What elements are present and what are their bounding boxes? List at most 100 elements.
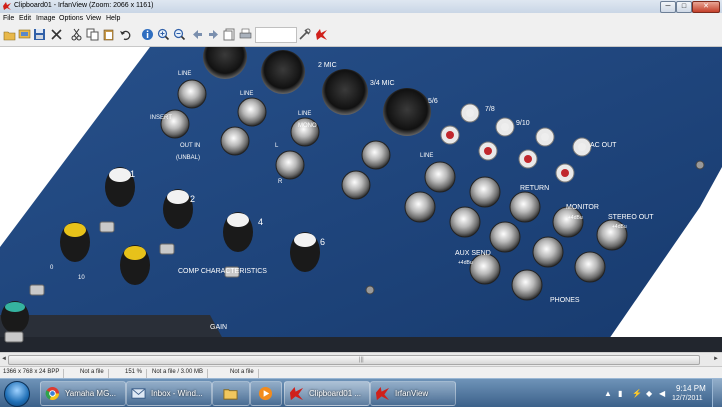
panel-label: 3/4 MIC — [370, 80, 395, 87]
start-button[interactable] — [4, 381, 30, 407]
taskbar-item-media[interactable] — [250, 381, 282, 406]
mixer-photo: LINE LINE LINE LINE 2 MIC 3/4 MIC 5/6 7/… — [0, 47, 722, 352]
status-date: Not a file — [230, 369, 259, 378]
panel-label: 2 MIC — [318, 62, 337, 69]
taskbar-item-chrome[interactable]: Yamaha MG... — [40, 381, 126, 406]
menu-options[interactable]: Options — [59, 15, 83, 22]
panel-label: AC OUT — [590, 142, 617, 149]
panel-label: 1 — [130, 169, 135, 179]
panel-label: LINE — [420, 153, 433, 159]
clock-date[interactable]: 12/7/2011 — [672, 395, 703, 402]
status-size: Not a file / 3.00 MB — [152, 369, 209, 378]
panel-label: +4dBu — [458, 260, 473, 266]
image-viewport[interactable]: LINE LINE LINE LINE 2 MIC 3/4 MIC 5/6 7/… — [0, 47, 722, 352]
print-icon[interactable] — [239, 28, 252, 41]
scroll-left-icon[interactable]: ◄ — [0, 355, 8, 364]
panel-label: OUT IN — [180, 143, 200, 149]
tray-shield-icon[interactable]: ◆ — [646, 389, 652, 398]
menu-edit[interactable]: Edit — [19, 15, 31, 22]
status-zoom: 151 % — [125, 369, 148, 378]
close-button[interactable]: ✕ — [692, 1, 720, 13]
taskbar-item-label: Clipboard01 ... — [309, 389, 362, 398]
tray-arrow-icon[interactable]: ▲ — [604, 389, 612, 398]
panel-label: MONO — [298, 123, 317, 129]
panel-label: GAIN — [210, 324, 227, 331]
show-desktop-button[interactable] — [712, 379, 722, 407]
settings-icon[interactable] — [298, 28, 311, 41]
page-icon[interactable] — [223, 28, 236, 41]
zoom-in-icon[interactable] — [157, 28, 170, 41]
next-icon[interactable] — [207, 28, 220, 41]
tray-volume-icon[interactable]: ◀ — [659, 389, 665, 398]
taskbar-item-label: Inbox - Wind... — [151, 389, 203, 398]
menu-image[interactable]: Image — [36, 15, 55, 22]
panel-label: STEREO OUT — [608, 214, 654, 221]
panel-label: LINE — [298, 111, 311, 117]
panel-label: RETURN — [520, 185, 549, 192]
panel-label: 9/10 — [516, 120, 530, 127]
slideshow-icon[interactable] — [18, 28, 31, 41]
irfanview-icon — [375, 386, 390, 401]
panel-label: +4dBu — [612, 224, 627, 230]
panel-label: 10 — [78, 275, 85, 281]
taskbar-item-irfanview[interactable]: IrfanView — [370, 381, 456, 406]
minimize-button[interactable]: ─ — [660, 1, 676, 13]
menu-help[interactable]: Help — [106, 15, 120, 22]
panel-label: PHONES — [550, 297, 580, 304]
taskbar-item-irfanview-clipboard[interactable]: Clipboard01 ... — [284, 381, 370, 406]
clock-time[interactable]: 9:14 PM — [676, 384, 706, 393]
taskbar-item-explorer[interactable] — [212, 381, 250, 406]
save-icon[interactable] — [33, 28, 46, 41]
mail-icon — [131, 388, 146, 399]
copy-icon[interactable] — [86, 28, 99, 41]
panel-label: 7/8 — [485, 106, 495, 113]
horizontal-scrollbar[interactable]: ◄ ||| ► — [0, 352, 722, 366]
irfanview-logo-icon[interactable] — [315, 28, 328, 41]
chrome-icon — [45, 386, 60, 401]
folder-icon — [223, 389, 238, 400]
scroll-thumb[interactable]: ||| — [8, 355, 700, 365]
panel-label: INSERT — [150, 115, 172, 121]
title-bar[interactable]: Clipboard01 - IrfanView (Zoom: 2066 x 11… — [0, 0, 722, 13]
toolbar-field[interactable] — [255, 27, 297, 43]
undo-icon[interactable] — [119, 28, 132, 41]
scroll-grip-icon: ||| — [359, 357, 364, 363]
tray-network-icon[interactable]: ▮ — [618, 389, 622, 398]
taskbar-item-label: IrfanView — [395, 389, 429, 398]
prev-icon[interactable] — [191, 28, 204, 41]
irfanview-icon — [289, 386, 304, 401]
status-dimensions: 1366 x 768 x 24 BPP — [3, 369, 65, 378]
menu-bar: File Edit Image Options View Help — [0, 13, 722, 24]
media-player-icon — [258, 386, 273, 401]
irfanview-logo-icon — [3, 2, 11, 10]
info-icon[interactable] — [141, 28, 154, 41]
panel-label: LINE — [178, 71, 191, 77]
panel-label: AUX SEND — [455, 250, 491, 257]
cut-icon[interactable] — [70, 28, 83, 41]
zoom-out-icon[interactable] — [173, 28, 186, 41]
panel-label: COMP CHARACTERISTICS — [178, 268, 267, 275]
delete-icon[interactable] — [50, 28, 63, 41]
panel-label: 4 — [258, 217, 263, 227]
menu-view[interactable]: View — [86, 15, 101, 22]
panel-label: +4dBu — [568, 215, 583, 221]
window-title: Clipboard01 - IrfanView (Zoom: 2066 x 11… — [14, 2, 154, 9]
panel-label: 2 — [190, 194, 195, 204]
status-page: Not a file — [80, 369, 109, 378]
toolbar — [0, 24, 722, 47]
taskbar: Yamaha MG... Inbox - Wind... Clipboard01… — [0, 378, 722, 407]
tray-power-icon[interactable]: ⚡ — [632, 389, 642, 398]
panel-label: LINE — [240, 91, 253, 97]
panel-label: (UNBAL) — [176, 155, 200, 161]
taskbar-item-label: Yamaha MG... — [65, 389, 116, 398]
open-folder-icon[interactable] — [3, 28, 16, 41]
panel-label: MONITOR — [566, 204, 599, 211]
maximize-button[interactable]: □ — [676, 1, 692, 13]
menu-file[interactable]: File — [3, 15, 14, 22]
panel-label: R — [278, 179, 283, 185]
panel-label: 6 — [320, 237, 325, 247]
scroll-right-icon[interactable]: ► — [712, 355, 720, 364]
taskbar-item-mail[interactable]: Inbox - Wind... — [126, 381, 212, 406]
paste-icon[interactable] — [102, 28, 115, 41]
panel-label: 5/6 — [428, 98, 438, 105]
